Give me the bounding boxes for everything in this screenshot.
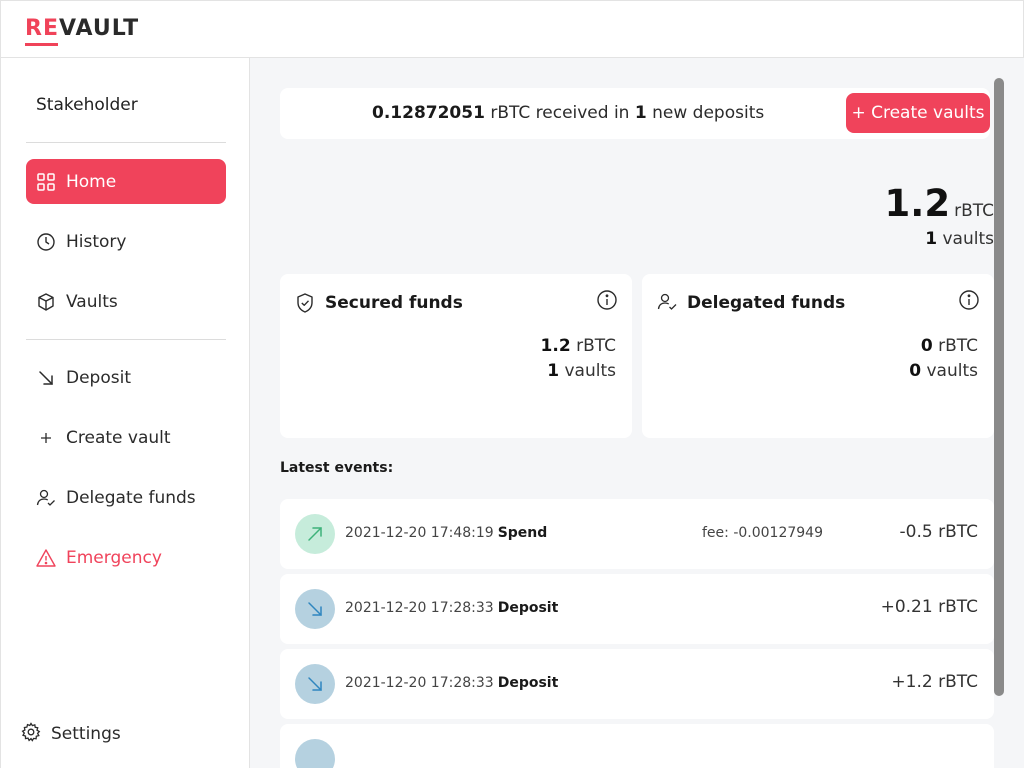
deposit-icon	[295, 739, 335, 768]
create-vaults-button[interactable]: + Create vaults	[846, 93, 990, 133]
plus-icon	[36, 428, 56, 448]
delegated-amount-unit: rBTC	[938, 336, 978, 356]
balance-summary: 1.2 rBTC 1 vaults	[885, 182, 994, 249]
secured-funds-amount: 1.2 rBTC	[541, 336, 616, 356]
secured-amount-unit: rBTC	[576, 336, 616, 356]
person-check-icon	[657, 292, 679, 316]
delegated-vaults-value: 0	[909, 361, 922, 381]
delegated-funds-card: Delegated funds 0 rBTC 0 vaults	[642, 274, 994, 438]
sidebar-item-vaults[interactable]: Vaults	[26, 279, 226, 324]
event-datetime: 2021-12-20 17:28:33 Deposit	[345, 675, 558, 691]
total-balance-unit: rBTC	[954, 201, 994, 221]
event-datetime: 2021-12-20 17:48:19 Spend	[345, 525, 547, 541]
secured-amount-value: 1.2	[540, 336, 571, 356]
event-kind: Deposit	[497, 600, 559, 616]
event-date: 2021-12-20 17:28:33	[345, 600, 494, 616]
secured-vaults-value: 1	[547, 361, 560, 381]
cube-icon	[36, 292, 56, 312]
info-icon[interactable]	[958, 289, 980, 315]
sidebar-item-label: Home	[66, 171, 117, 192]
notice-text: 0.12872051 rBTC received in 1 new deposi…	[372, 103, 764, 123]
event-row-partial[interactable]	[280, 724, 994, 768]
event-row[interactable]: 2021-12-20 17:28:33 Deposit +1.2 rBTC	[280, 649, 994, 719]
total-balance: 1.2	[884, 182, 951, 225]
delegated-amount-value: 0	[920, 336, 933, 356]
sidebar-divider	[26, 339, 226, 340]
scrollbar[interactable]	[994, 78, 1004, 696]
settings-button[interactable]: Settings	[21, 722, 121, 746]
total-vaults-count: 1	[925, 229, 938, 249]
notice-amount: 0.12872051	[372, 103, 485, 123]
total-vaults-label: vaults	[942, 229, 995, 249]
app-header: REVAULT	[0, 0, 1024, 58]
delegated-vaults-label: vaults	[926, 361, 979, 381]
event-amount: -0.5 rBTC	[899, 522, 978, 542]
sidebar-item-label: Delegate funds	[66, 487, 196, 508]
warning-icon	[36, 548, 56, 568]
gear-icon	[21, 722, 41, 746]
revault-logo[interactable]: REVAULT	[25, 17, 139, 41]
info-icon[interactable]	[596, 289, 618, 315]
main-content: 0.12872051 rBTC received in 1 new deposi…	[250, 58, 1024, 768]
sidebar-item-label: Emergency	[66, 547, 162, 568]
notice-text-mid: rBTC received in	[490, 103, 630, 123]
shield-check-icon	[295, 292, 315, 318]
event-date: 2021-12-20 17:28:33	[345, 675, 494, 691]
sidebar: Stakeholder Home History Vaults Deposit …	[0, 58, 250, 768]
secured-funds-title: Secured funds	[325, 293, 463, 313]
event-row[interactable]: 2021-12-20 17:28:33 Deposit +0.21 rBTC	[280, 574, 994, 644]
spend-icon	[295, 514, 335, 554]
event-amount: +1.2 rBTC	[891, 672, 978, 692]
person-check-icon	[36, 488, 56, 508]
sidebar-item-label: Create vault	[66, 427, 171, 448]
event-kind: Spend	[497, 525, 548, 541]
sidebar-item-label: History	[66, 231, 127, 252]
settings-label: Settings	[51, 724, 121, 744]
event-datetime: 2021-12-20 17:28:33 Deposit	[345, 600, 558, 616]
event-row[interactable]: 2021-12-20 17:48:19 Spend fee: -0.0012794…	[280, 499, 994, 569]
sidebar-item-label: Deposit	[66, 367, 131, 388]
event-fee: fee: -0.00127949	[702, 525, 823, 541]
sidebar-divider	[26, 142, 226, 143]
notice-text-end: new deposits	[652, 103, 765, 123]
logo-prefix: RE	[25, 16, 59, 41]
event-kind: Deposit	[497, 675, 559, 691]
event-amount: +0.21 rBTC	[880, 597, 978, 617]
grid-icon	[36, 172, 56, 192]
total-vaults: 1 vaults	[885, 229, 994, 249]
clock-icon	[36, 232, 56, 252]
secured-vaults-label: vaults	[564, 361, 617, 381]
sidebar-item-delegate-funds[interactable]: Delegate funds	[26, 475, 226, 520]
deposit-icon	[295, 664, 335, 704]
delegated-funds-title: Delegated funds	[687, 293, 846, 313]
arrow-down-right-icon	[36, 368, 56, 388]
delegated-funds-amount: 0 rBTC	[921, 336, 978, 356]
deposit-icon	[295, 589, 335, 629]
notice-count: 1	[634, 103, 647, 123]
sidebar-item-emergency[interactable]: Emergency	[26, 535, 226, 580]
sidebar-item-history[interactable]: History	[26, 219, 226, 264]
logo-suffix: VAULT	[58, 16, 140, 41]
latest-events-heading: Latest events:	[280, 460, 394, 476]
sidebar-item-deposit[interactable]: Deposit	[26, 355, 226, 400]
event-date: 2021-12-20 17:48:19	[345, 525, 494, 541]
secured-funds-vaults: 1 vaults	[547, 361, 616, 381]
user-role: Stakeholder	[36, 95, 138, 115]
secured-funds-card: Secured funds 1.2 rBTC 1 vaults	[280, 274, 632, 438]
sidebar-item-label: Vaults	[66, 291, 118, 312]
sidebar-item-create-vault[interactable]: Create vault	[26, 415, 226, 460]
sidebar-item-home[interactable]: Home	[26, 159, 226, 204]
delegated-funds-vaults: 0 vaults	[909, 361, 978, 381]
